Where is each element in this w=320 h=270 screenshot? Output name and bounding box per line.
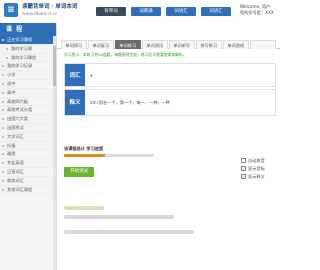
start-test-button[interactable]: 开始测试 [64, 167, 94, 177]
exercise-tab[interactable]: 单词练习 [115, 40, 141, 49]
sidebar-item[interactable]: 雅思 [0, 150, 56, 160]
sidebar-item[interactable]: 商务词汇 [0, 177, 56, 186]
nav-button-2[interactable]: 词库通 [131, 7, 161, 16]
sidebar-item[interactable]: 高校四六级 [0, 98, 56, 107]
sidebar-scroll-thumb[interactable] [53, 46, 56, 86]
sidebar-item[interactable]: 正在学习课程 [0, 36, 56, 45]
exercise-tab[interactable]: 单词游戏 [223, 40, 249, 49]
progress-bar [64, 154, 154, 157]
meaning-card: 释义 art.(用在一个，第一个，每一，一种，一种 [64, 89, 276, 116]
nav-button-4[interactable]: 词语汇 [201, 7, 231, 16]
exercise-tab[interactable]: 单词听写 [169, 40, 195, 49]
sidebar-item[interactable]: 我的学习记录 [0, 62, 56, 72]
progress-label: 该课程总计 学习进度 [64, 146, 104, 151]
placeholder-line [64, 215, 174, 219]
sidebar-item[interactable]: 初中 [0, 80, 56, 89]
nav-button-3[interactable]: 词语汇 [166, 7, 196, 16]
sidebar-item[interactable]: 专业英语 [0, 159, 56, 168]
word-card: 词汇 a [64, 63, 276, 87]
site-title: 读霸背单词 · 单词本词 [22, 4, 78, 10]
checkbox-icon[interactable]: ✓ [241, 174, 246, 179]
sidebar-item[interactable]: 日语词汇 [0, 168, 56, 177]
site-header: ≡ 读霸背单词 · 单词本词 www.dbword.cn 背单词 词库通 词语汇… [0, 0, 280, 23]
exercise-tab[interactable]: 单词测试 [142, 40, 168, 49]
checkbox-icon[interactable]: ✓ [241, 166, 246, 171]
sidebar-item[interactable]: 小学 [0, 71, 56, 80]
sidebar-item[interactable]: 大学词汇 [0, 133, 56, 142]
welcome-line-2: 您的学号是：XXX [240, 10, 274, 15]
progress-bar-fill [64, 154, 106, 157]
sidebar-item[interactable]: 出国六大类 [0, 115, 56, 124]
sidebar-item[interactable]: 高校考试分类 [0, 106, 56, 116]
course-sidebar: 课 程 正在学习课程 我的学习课 我的学习课程 我的学习记录 小学 初中 高中 高校四六级 高校… [0, 23, 57, 270]
word-text: a [90, 73, 93, 78]
sidebar-item[interactable]: 高中 [0, 89, 56, 98]
placeholder-line [64, 230, 194, 234]
meaning-text: art.(用在一个，第一个，每一，一种，一种 [90, 100, 171, 105]
option-checkbox[interactable]: ✓ 显示音标 [241, 165, 265, 172]
welcome-text: Welcome, 用户 您的学号是：XXX [240, 4, 274, 16]
nav-button-1[interactable]: 背单词 [96, 7, 126, 16]
exercise-tab[interactable]: 单词预习 [61, 40, 87, 49]
sidebar-item[interactable]: 其他词汇课程 [0, 186, 56, 195]
option-label: 自动发音 [248, 158, 265, 163]
exercise-tab[interactable]: 拼写练习 [196, 40, 222, 49]
word-card-label: 词汇 [65, 64, 85, 86]
sidebar-item[interactable]: 出国考试 [0, 124, 56, 133]
site-url: www.dbword.cn [22, 12, 58, 17]
exercise-tab[interactable]: 单词复习 [88, 40, 114, 49]
sidebar-item[interactable]: 托福 [0, 142, 56, 151]
site-logo-icon[interactable]: ≡ [4, 3, 18, 17]
checkbox-icon[interactable] [241, 158, 246, 163]
app-page: ≡ 读霸背单词 · 单词本词 www.dbword.cn 背单词 词库通 词语汇… [0, 0, 280, 270]
study-notice: 学习提示：本练习共50道题，每题限时完成，练习后可查看答案和解析。 [64, 52, 187, 57]
sidebar-list: 正在学习课程 我的学习课 我的学习课程 我的学习记录 小学 初中 高中 高校四六级 高校考试分类… [0, 36, 56, 195]
option-checkbox[interactable]: 自动发音 [241, 157, 265, 164]
placeholder-line [64, 206, 104, 210]
sidebar-item[interactable]: 我的学习课程 [0, 54, 56, 63]
option-label: 显示释义 [248, 174, 265, 179]
meaning-card-label: 释义 [65, 90, 85, 115]
sidebar-title: 课 程 [0, 23, 56, 36]
exercise-tab[interactable] [250, 40, 276, 49]
exercise-tabs: 单词预习 单词复习 单词练习 单词测试 单词听写 拼写练习 单词游戏 [57, 40, 280, 49]
option-checkbox[interactable]: ✓ 显示释义 [241, 173, 265, 180]
sidebar-scrollbar[interactable] [53, 36, 56, 270]
sidebar-item[interactable]: 我的学习课 [0, 45, 56, 54]
option-label: 显示音标 [248, 166, 265, 171]
